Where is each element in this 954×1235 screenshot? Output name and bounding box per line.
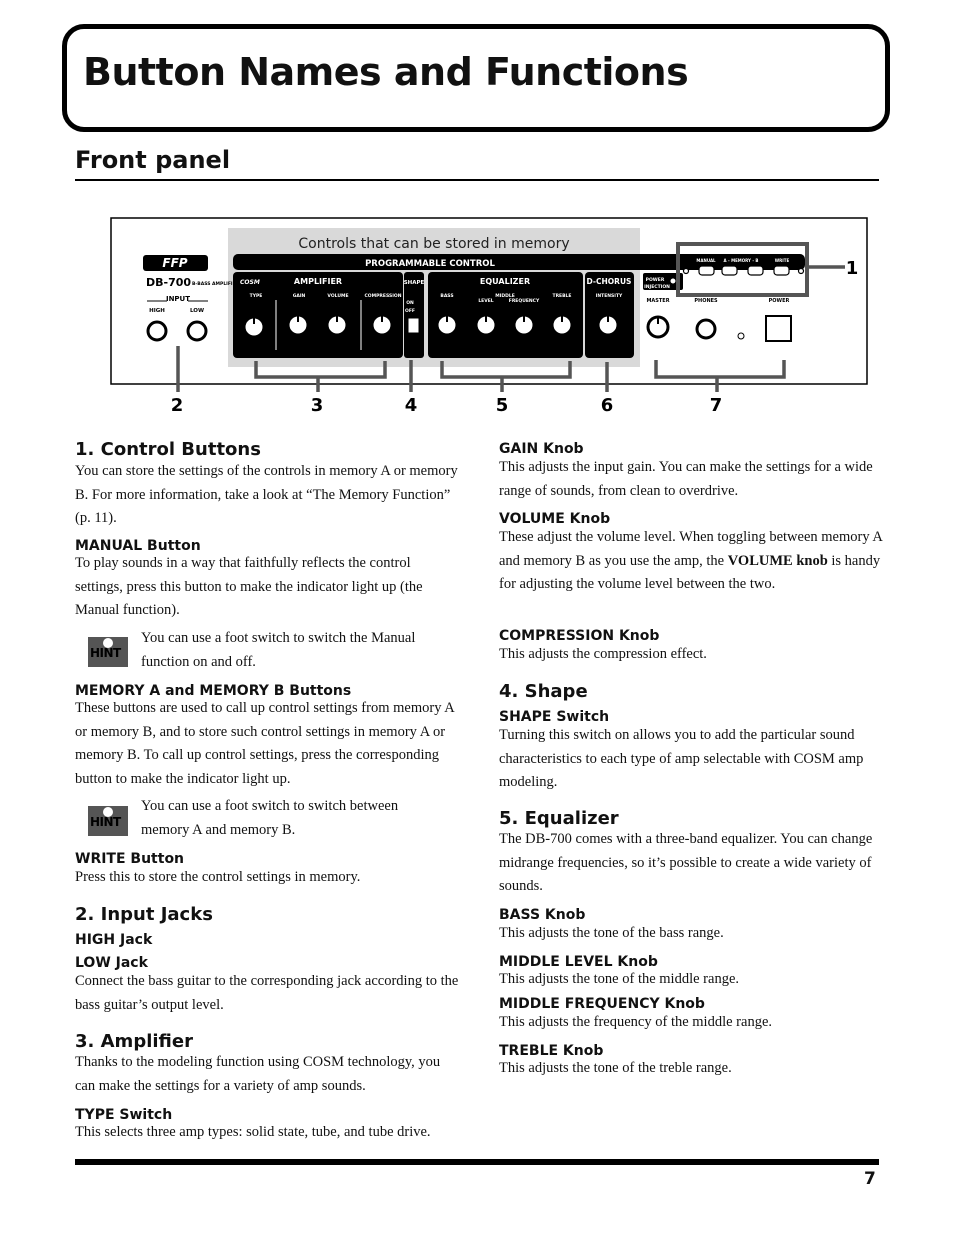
model-sub: B-BASS AMPLIFIER (192, 281, 240, 287)
on-label: ON (406, 300, 414, 306)
model-name: DB-700 (146, 276, 191, 289)
write-label: WRITE (775, 258, 790, 263)
low-jack-heading: LOW Jack (75, 955, 148, 971)
low-label: LOW (190, 308, 204, 314)
bass-heading: BASS Knob (499, 907, 586, 923)
frequency-label: FREQUENCY (509, 298, 540, 304)
amplifier-label: AMPLIFIER (294, 277, 342, 286)
volume-heading: VOLUME Knob (499, 511, 611, 527)
compression-text: This adjusts the compression effect. (499, 646, 707, 662)
write-button[interactable] (773, 265, 790, 276)
callout-1: 1 (846, 258, 859, 279)
low-jack[interactable] (186, 320, 208, 342)
power-led (737, 332, 745, 340)
memory-caption: Controls that can be stored in memory (298, 236, 569, 252)
input-jacks-heading: 2. Input Jacks (75, 904, 213, 925)
manual-label: MANUAL (696, 258, 716, 263)
treble-text: This adjusts the tone of the treble rang… (499, 1060, 732, 1076)
programmable-label: PROGRAMMABLE CONTROL (365, 259, 495, 269)
control-buttons-heading: 1. Control Buttons (75, 439, 261, 460)
equalizer-text: The DB-700 comes with a three-band equal… (499, 831, 873, 894)
equalizer-label: EQUALIZER (480, 277, 530, 286)
callout-6: 6 (601, 395, 614, 416)
callout-4: 4 (405, 395, 418, 416)
callout-3: 3 (311, 395, 324, 416)
high-jack-heading: HIGH Jack (75, 932, 153, 948)
programmable-bar (233, 254, 805, 270)
shape-label: SHAPE (404, 280, 425, 286)
compression-heading: COMPRESSION Knob (499, 628, 660, 644)
hint-icon: HINT (88, 806, 128, 836)
shape-switch[interactable] (407, 317, 420, 334)
write-text: Press this to store the control settings… (75, 869, 361, 885)
phones-label: PHONES (694, 298, 718, 304)
high-jack[interactable] (146, 320, 168, 342)
hint-text-2: You can use a foot switch to switch betw… (141, 798, 399, 838)
master-label: MASTER (646, 298, 669, 304)
input-jacks-text: Connect the bass guitar to the correspon… (75, 973, 459, 1013)
cosm-logo: COSM (240, 279, 260, 286)
bass-label: BASS (440, 293, 453, 299)
input-label: INPUT (166, 295, 190, 303)
manual-page: Button Names and Functions Front panel C… (0, 0, 954, 1235)
high-label: HIGH (149, 308, 165, 314)
amplifier-text: Thanks to the modeling function using CO… (75, 1054, 441, 1094)
callout-7: 7 (710, 395, 723, 416)
hint-icon: HINT (88, 637, 128, 667)
memory-b-button[interactable] (747, 265, 764, 276)
manual-button[interactable] (698, 265, 715, 276)
dchorus-label: D-CHORUS (587, 277, 632, 286)
gain-label: GAIN (293, 293, 306, 299)
amplifier-heading: 3. Amplifier (75, 1031, 193, 1052)
compression-label: COMPRESSION (365, 293, 402, 299)
equalizer-heading: 5. Equalizer (499, 808, 619, 829)
shape-heading: 4. Shape (499, 681, 588, 702)
write-heading: WRITE Button (75, 851, 185, 867)
power-injection-label-1: POWER (646, 277, 665, 283)
shape-switch-heading: SHAPE Switch (499, 709, 610, 725)
volume-label: VOLUME (327, 293, 348, 299)
gain-heading: GAIN Knob (499, 441, 584, 457)
memory-a-button[interactable] (721, 265, 738, 276)
off-label: OFF (405, 308, 415, 314)
power-switch[interactable] (765, 315, 792, 342)
control-buttons-text: You can store the settings of the contro… (75, 463, 458, 526)
phones-jack[interactable] (695, 318, 717, 340)
logo-text: FFP (162, 256, 187, 270)
bass-text: This adjusts the tone of the bass range. (499, 925, 724, 941)
middle-level-text: This adjusts the tone of the middle rang… (499, 971, 740, 987)
volume-text: These adjust the volume level. When togg… (499, 529, 883, 592)
shape-text: Turning this switch on allows you to add… (499, 727, 864, 790)
middle-frequency-text: This adjusts the frequency of the middle… (499, 1014, 773, 1030)
level-label: LEVEL (478, 298, 493, 304)
power-injection-label-2: INJECTION (644, 284, 670, 290)
power-injection-led (670, 278, 676, 284)
intensity-label: INTENSITY (596, 293, 623, 299)
page-number: 7 (864, 1169, 876, 1189)
hint-text-1: You can use a foot switch to switch the … (141, 630, 416, 670)
power-label: POWER (769, 298, 790, 304)
manual-text: To play sounds in a way that faithfully … (75, 555, 423, 618)
memory-text: These buttons are used to call up contro… (75, 700, 454, 787)
footer-rule (75, 1159, 879, 1165)
type-text: This selects three amp types: solid stat… (75, 1124, 431, 1140)
memory-ab-label: A - MEMORY - B (724, 258, 759, 263)
treble-label: TREBLE (553, 293, 572, 299)
callout-2: 2 (171, 395, 184, 416)
type-label: TYPE (250, 293, 263, 299)
callout-5: 5 (496, 395, 509, 416)
middle-frequency-heading: MIDDLE FREQUENCY Knob (499, 996, 705, 1012)
gain-text: This adjusts the input gain. You can mak… (499, 459, 873, 499)
front-panel-diagram: Controls that can be stored in memory PR… (110, 217, 868, 416)
